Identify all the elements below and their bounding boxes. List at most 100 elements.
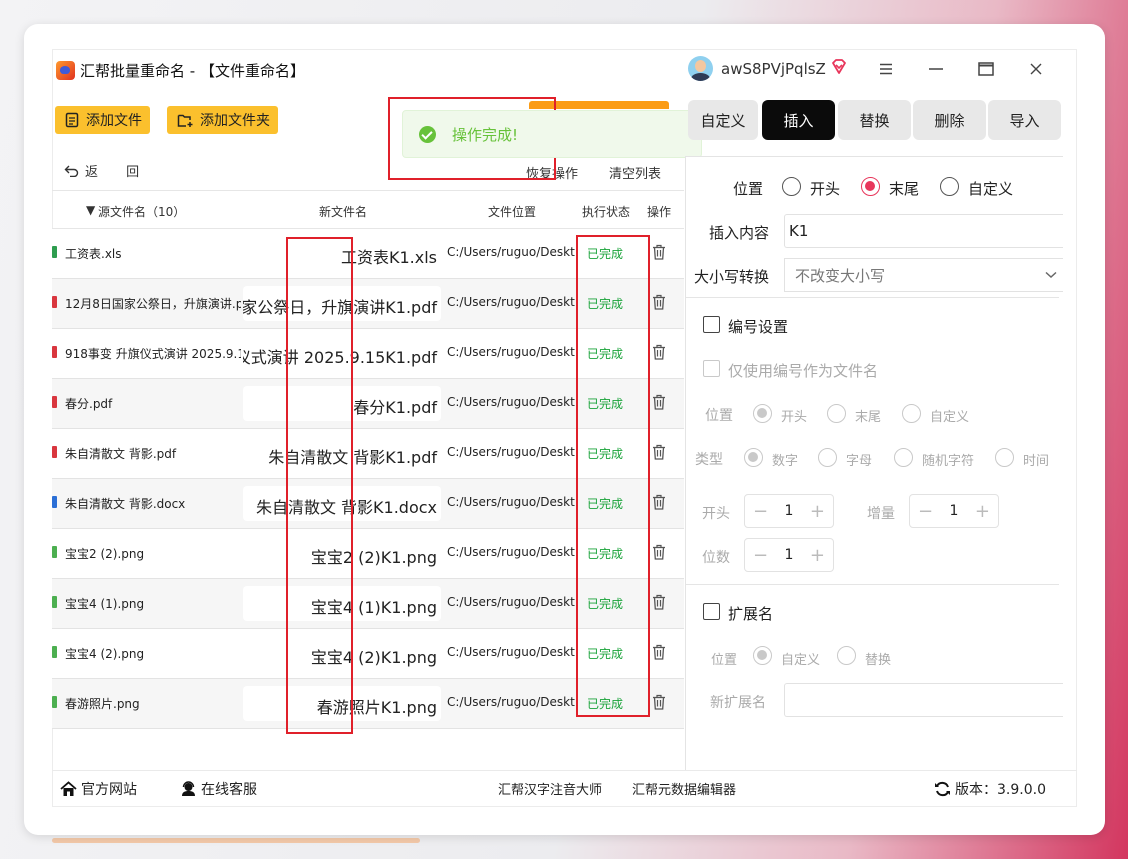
position-custom-label[interactable]: 自定义: [968, 178, 1013, 199]
table-row[interactable]: 工资表.xls 工资表K1.xls C:/Users/ruguo/Deskt 已完成: [52, 229, 684, 279]
num-position-custom-radio[interactable]: [902, 404, 921, 423]
back-arrow-icon: [64, 165, 79, 177]
plus-icon[interactable]: +: [810, 501, 825, 522]
numbering-label[interactable]: 编号设置: [728, 316, 788, 337]
table-row[interactable]: 宝宝4 (2).png 宝宝4 (2)K1.png C:/Users/ruguo/D…: [52, 629, 684, 679]
ext-custom-radio[interactable]: [753, 646, 772, 665]
trash-icon[interactable]: [652, 644, 666, 660]
back-button[interactable]: 返 回: [64, 161, 151, 180]
trash-icon[interactable]: [652, 394, 666, 410]
ext-replace-radio[interactable]: [837, 646, 856, 665]
add-file-button[interactable]: 添加文件: [55, 106, 150, 134]
start-button-edge[interactable]: [529, 101, 669, 109]
trash-icon[interactable]: [652, 694, 666, 710]
user-avatar[interactable]: [688, 56, 713, 81]
username[interactable]: awS8PVjPqlsZ: [721, 60, 826, 78]
table-row[interactable]: 朱自清散文 背影.docx 朱自清散文 背影K1.docx C:/Users/rug…: [52, 479, 684, 529]
table-row[interactable]: 918事变 升旗仪式演讲 2025.9.15.pdf仪式演讲 2025.9.15…: [52, 329, 684, 379]
tab-custom[interactable]: 自定义: [688, 100, 758, 140]
version-info[interactable]: 版本：3.9.0.0: [934, 779, 1046, 799]
trash-icon[interactable]: [652, 494, 666, 510]
tab-delete[interactable]: 删除: [913, 100, 986, 140]
tab-import[interactable]: 导入: [988, 100, 1061, 140]
num-position-end-radio[interactable]: [827, 404, 846, 423]
ext-custom-label[interactable]: 自定义: [781, 649, 820, 668]
metadata-app-link[interactable]: 汇帮元数据编辑器: [632, 779, 736, 798]
vip-diamond-icon[interactable]: [830, 58, 848, 76]
menu-icon[interactable]: [871, 54, 901, 84]
position-start-radio[interactable]: [782, 177, 801, 196]
num-position-end-label[interactable]: 末尾: [855, 406, 881, 425]
new-ext-input[interactable]: [784, 683, 1063, 717]
minus-icon[interactable]: −: [918, 501, 933, 522]
clear-list-button[interactable]: 清空列表: [609, 163, 661, 182]
table-row[interactable]: 春游照片.png 春游照片K1.png C:/Users/ruguo/Deskt 已完…: [52, 679, 684, 729]
sort-caret-icon[interactable]: ▼: [86, 203, 95, 217]
new-filename-box[interactable]: 宝宝2 (2)K1.png: [243, 536, 441, 571]
table-row[interactable]: 宝宝2 (2).png 宝宝2 (2)K1.png C:/Users/ruguo/D…: [52, 529, 684, 579]
trash-icon[interactable]: [652, 344, 666, 360]
type-time-radio[interactable]: [995, 448, 1014, 467]
insert-content-input[interactable]: K1: [784, 214, 1063, 248]
restore-button[interactable]: 恢复操作: [526, 163, 578, 182]
extension-checkbox[interactable]: [703, 603, 720, 620]
type-number-radio[interactable]: [744, 448, 763, 467]
new-filename-box[interactable]: 工资表K1.xls: [243, 236, 441, 271]
position-custom-radio[interactable]: [940, 177, 959, 196]
extension-label[interactable]: 扩展名: [728, 603, 773, 624]
new-filename-box[interactable]: 朱自清散文 背影K1.pdf: [243, 436, 441, 471]
new-filename-box[interactable]: 春游照片K1.png: [243, 686, 441, 721]
type-letter-radio[interactable]: [818, 448, 837, 467]
type-time-label[interactable]: 时间: [1023, 450, 1049, 469]
maximize-icon[interactable]: [971, 54, 1001, 84]
minimize-icon[interactable]: [921, 54, 951, 84]
pinyin-app-link[interactable]: 汇帮汉字注音大师: [498, 779, 602, 798]
minus-icon[interactable]: −: [753, 501, 768, 522]
new-filename-box[interactable]: 仪式演讲 2025.9.15K1.pdf: [243, 336, 441, 371]
table-row[interactable]: 12月8日国家公祭日，升旗演讲.pdf 家公祭日，升旗演讲K1.pdf C:/Use…: [52, 279, 684, 329]
case-select[interactable]: 不改变大小写: [784, 258, 1063, 292]
digits-stepper[interactable]: − 1 +: [744, 538, 834, 572]
header-location: 文件位置: [488, 205, 537, 219]
increment-stepper[interactable]: − 1 +: [909, 494, 999, 528]
table-row[interactable]: 宝宝4 (1).png 宝宝4 (1)K1.png C:/Users/ruguo/D…: [52, 579, 684, 629]
type-random-label[interactable]: 随机字符: [922, 450, 974, 469]
num-position-start-radio[interactable]: [753, 404, 772, 423]
new-filename-box[interactable]: 家公祭日，升旗演讲K1.pdf: [243, 286, 441, 321]
new-filename-box[interactable]: 春分K1.pdf: [243, 386, 441, 421]
website-link[interactable]: 官方网站: [60, 779, 137, 799]
tab-insert[interactable]: 插入: [762, 100, 835, 140]
header-source[interactable]: 源文件名（10）: [98, 203, 185, 220]
new-filename-box[interactable]: 宝宝4 (2)K1.png: [243, 636, 441, 671]
add-folder-button[interactable]: 添加文件夹: [167, 106, 278, 134]
position-end-label[interactable]: 末尾: [889, 178, 919, 199]
table-header: ▼ 源文件名（10） 新文件名 文件位置 执行状态 操作: [52, 190, 684, 229]
type-number-label[interactable]: 数字: [772, 450, 798, 469]
num-position-custom-label[interactable]: 自定义: [930, 406, 969, 425]
tab-replace[interactable]: 替换: [838, 100, 911, 140]
trash-icon[interactable]: [652, 244, 666, 260]
position-start-label[interactable]: 开头: [810, 178, 840, 199]
ext-replace-label[interactable]: 替换: [865, 649, 891, 668]
num-position-start-label[interactable]: 开头: [781, 406, 807, 425]
position-end-radio[interactable]: [861, 177, 880, 196]
plus-icon[interactable]: +: [810, 545, 825, 566]
new-filename-box[interactable]: 宝宝4 (1)K1.png: [243, 586, 441, 621]
trash-icon[interactable]: [652, 594, 666, 610]
type-random-radio[interactable]: [894, 448, 913, 467]
plus-icon[interactable]: +: [975, 501, 990, 522]
trash-icon[interactable]: [652, 444, 666, 460]
trash-icon[interactable]: [652, 544, 666, 560]
only-number-label[interactable]: 仅使用编号作为文件名: [728, 360, 878, 381]
type-letter-label[interactable]: 字母: [846, 450, 872, 469]
minus-icon[interactable]: −: [753, 545, 768, 566]
only-number-checkbox[interactable]: [703, 360, 720, 377]
start-stepper[interactable]: − 1 +: [744, 494, 834, 528]
trash-icon[interactable]: [652, 294, 666, 310]
table-row[interactable]: 春分.pdf 春分K1.pdf C:/Users/ruguo/Deskt 已完成: [52, 379, 684, 429]
support-link[interactable]: 在线客服: [180, 779, 257, 799]
table-row[interactable]: 朱自清散文 背影.pdf 朱自清散文 背影K1.pdf C:/Users/ruguo…: [52, 429, 684, 479]
new-filename-box[interactable]: 朱自清散文 背影K1.docx: [243, 486, 441, 521]
close-icon[interactable]: [1021, 54, 1051, 84]
numbering-checkbox[interactable]: [703, 316, 720, 333]
